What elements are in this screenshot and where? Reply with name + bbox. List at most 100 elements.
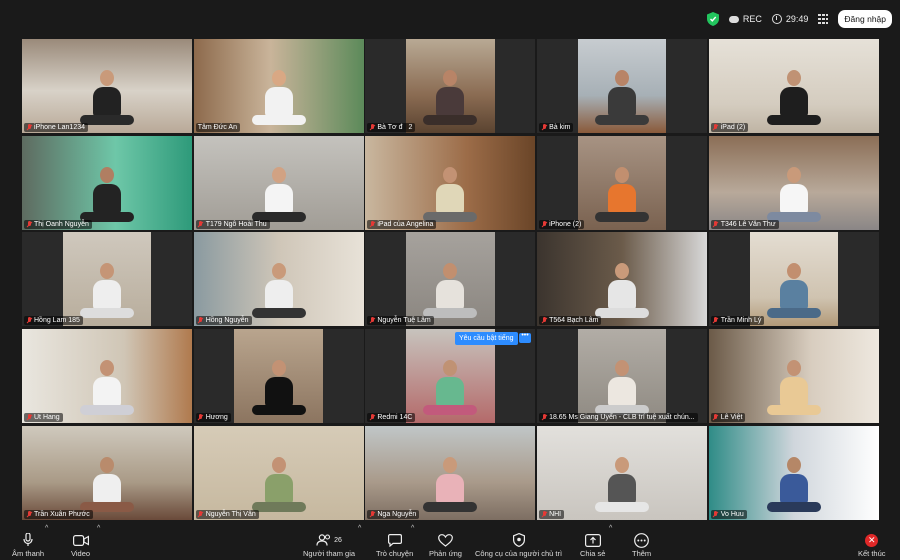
- muted-microphone-icon: [713, 124, 719, 131]
- meeting-toolbar: Âm thanh ^ Video ^ 26 Người tham gia ^ T…: [0, 522, 900, 560]
- end-meeting-button[interactable]: ✕ Kết thúc: [858, 531, 886, 558]
- host-tools-button[interactable]: Công cụ của người chủ trì: [475, 531, 562, 558]
- participant-tile[interactable]: Hồng Lam 185: [22, 232, 192, 327]
- participant-name-label: 18.65 Ms Giang Uyển - CLB trí tuệ xuất c…: [539, 413, 698, 423]
- participant-video-figure: [766, 360, 821, 416]
- video-button[interactable]: Video: [71, 531, 90, 558]
- muted-microphone-icon: [541, 510, 547, 518]
- share-options-chevron-icon[interactable]: ^: [609, 525, 612, 532]
- muted-microphone-icon: [713, 317, 719, 324]
- participants-options-chevron-icon[interactable]: ^: [358, 525, 361, 532]
- participant-tile[interactable]: Nguyễn Tuệ Lâm: [365, 232, 536, 327]
- audio-options-chevron-icon[interactable]: ^: [45, 525, 48, 532]
- participant-tile[interactable]: Trần Minh Lý: [708, 232, 879, 327]
- end-label: Kết thúc: [858, 549, 886, 558]
- muted-microphone-icon: [369, 414, 375, 421]
- participant-tile[interactable]: 18.65 Ms Giang Uyển - CLB trí tuệ xuất c…: [537, 329, 708, 424]
- participants-label: Người tham gia: [303, 549, 356, 558]
- participant-name: Lê Việt: [720, 414, 743, 422]
- participant-tile[interactable]: Hồng Nguyễn: [193, 232, 364, 327]
- muted-microphone-icon: [26, 510, 32, 518]
- tile-more-button[interactable]: •••: [519, 332, 531, 343]
- signin-button[interactable]: Đăng nhập: [838, 10, 892, 28]
- participant-name: Nguyễn Tuệ Lâm: [377, 317, 431, 325]
- participant-name-label: Bà kim: [539, 123, 574, 132]
- participant-tile[interactable]: Nga Nguyễn: [365, 425, 536, 520]
- participant-tile[interactable]: Hương: [193, 329, 364, 424]
- timer-value: 29:49: [785, 14, 809, 24]
- ellipsis-icon: [634, 531, 649, 549]
- participant-name: T564 Bạch Lâm: [549, 317, 599, 325]
- chat-label: Trò chuyện: [376, 549, 414, 558]
- participant-name-label: iPhone (2): [539, 219, 585, 229]
- participant-tile[interactable]: Vo Huu: [708, 425, 879, 520]
- participants-button[interactable]: 26 Người tham gia: [303, 531, 355, 558]
- gallery-view-icon[interactable]: [818, 14, 829, 24]
- audio-label: Âm thanh: [12, 549, 45, 558]
- participant-name: 18.65 Ms Giang Uyển - CLB trí tuệ xuất c…: [549, 414, 695, 422]
- muted-microphone-icon: [369, 317, 375, 324]
- participant-tile[interactable]: T564 Bạch Lâm: [537, 232, 708, 327]
- participant-name: Bà kim: [549, 124, 571, 131]
- participant-video-figure: [766, 166, 821, 222]
- participant-name: Hương: [205, 414, 228, 422]
- muted-microphone-icon: [541, 317, 547, 324]
- participant-name-label: T179 Ngô Hoài Thu: [195, 219, 270, 229]
- close-icon: ✕: [865, 533, 879, 547]
- participant-video-figure: [766, 70, 821, 125]
- muted-microphone-icon: [541, 414, 547, 421]
- participant-tile[interactable]: iPad của Angelina: [365, 135, 536, 230]
- participant-name: T179 Ngô Hoài Thu: [205, 220, 267, 228]
- participant-tile[interactable]: iPhone (2): [537, 135, 708, 230]
- participant-tile[interactable]: iPad (2): [708, 39, 879, 133]
- heart-icon: [438, 531, 453, 549]
- participant-name: Thị Oanh Nguyễn: [34, 220, 89, 228]
- participant-tile[interactable]: iPhone Lan1234: [22, 39, 192, 133]
- share-button[interactable]: Chia sẻ: [580, 531, 605, 558]
- participant-tile[interactable]: Nguyễn Thị Vân: [193, 425, 364, 520]
- muted-microphone-icon: [198, 220, 204, 228]
- muted-microphone-icon: [198, 510, 204, 518]
- unmute-request-label[interactable]: Yêu cầu bật tiếng: [455, 332, 518, 345]
- participant-name: iPhone Lan1234: [34, 124, 85, 131]
- muted-microphone-icon: [541, 124, 547, 131]
- participant-tile[interactable]: Bà Tơ đ 2: [365, 39, 536, 133]
- chat-options-chevron-icon[interactable]: ^: [411, 525, 414, 532]
- participant-name: iPad (2): [720, 124, 746, 131]
- participant-video-figure: [766, 263, 821, 319]
- chat-button[interactable]: Trò chuyện: [376, 531, 413, 558]
- participant-name: Trần Minh Lý: [720, 317, 762, 325]
- muted-microphone-icon: [26, 220, 32, 228]
- muted-microphone-icon: [26, 124, 32, 131]
- participant-tile[interactable]: Bà kim: [537, 39, 708, 133]
- chat-bubble-icon: [387, 531, 402, 549]
- participant-tile[interactable]: Ut Hang: [22, 329, 192, 424]
- recording-indicator[interactable]: REC: [728, 14, 762, 24]
- participant-tile[interactable]: NHI: [537, 425, 708, 520]
- share-screen-icon: [584, 531, 601, 549]
- participant-tile[interactable]: Thị Oanh Nguyễn: [22, 135, 192, 230]
- participant-video-figure: [251, 360, 306, 416]
- participant-name: NHI: [549, 510, 562, 518]
- participant-name: Tâm Đức An: [197, 124, 237, 131]
- reactions-button[interactable]: Phản ứng: [429, 531, 462, 558]
- participant-video-figure: [423, 263, 478, 319]
- video-options-chevron-icon[interactable]: ^: [97, 525, 100, 532]
- participant-tile[interactable]: Trần Xuân Phước: [22, 425, 192, 520]
- shield-icon[interactable]: [706, 12, 719, 26]
- participant-name-label: Trần Xuân Phước: [24, 509, 93, 519]
- participant-video-figure: [80, 360, 134, 416]
- participant-video-figure: [80, 70, 134, 125]
- participant-name-label: iPad của Angelina: [367, 219, 437, 229]
- participant-tile[interactable]: Lê Việt: [708, 329, 879, 424]
- participant-name: Nguyễn Thị Vân: [205, 510, 256, 518]
- participant-tile[interactable]: Tâm Đức An: [193, 39, 364, 133]
- participant-video-figure: [251, 70, 306, 125]
- participant-tile[interactable]: T179 Ngô Hoài Thu: [193, 135, 364, 230]
- participant-name-label: Thị Oanh Nguyễn: [24, 219, 92, 229]
- more-button[interactable]: Thêm: [632, 531, 651, 558]
- clock-icon: [771, 14, 782, 24]
- participant-name-label: Redmi 14C: [367, 413, 416, 423]
- participant-tile[interactable]: T346 Lê Văn Thư: [708, 135, 879, 230]
- audio-button[interactable]: Âm thanh: [12, 531, 44, 558]
